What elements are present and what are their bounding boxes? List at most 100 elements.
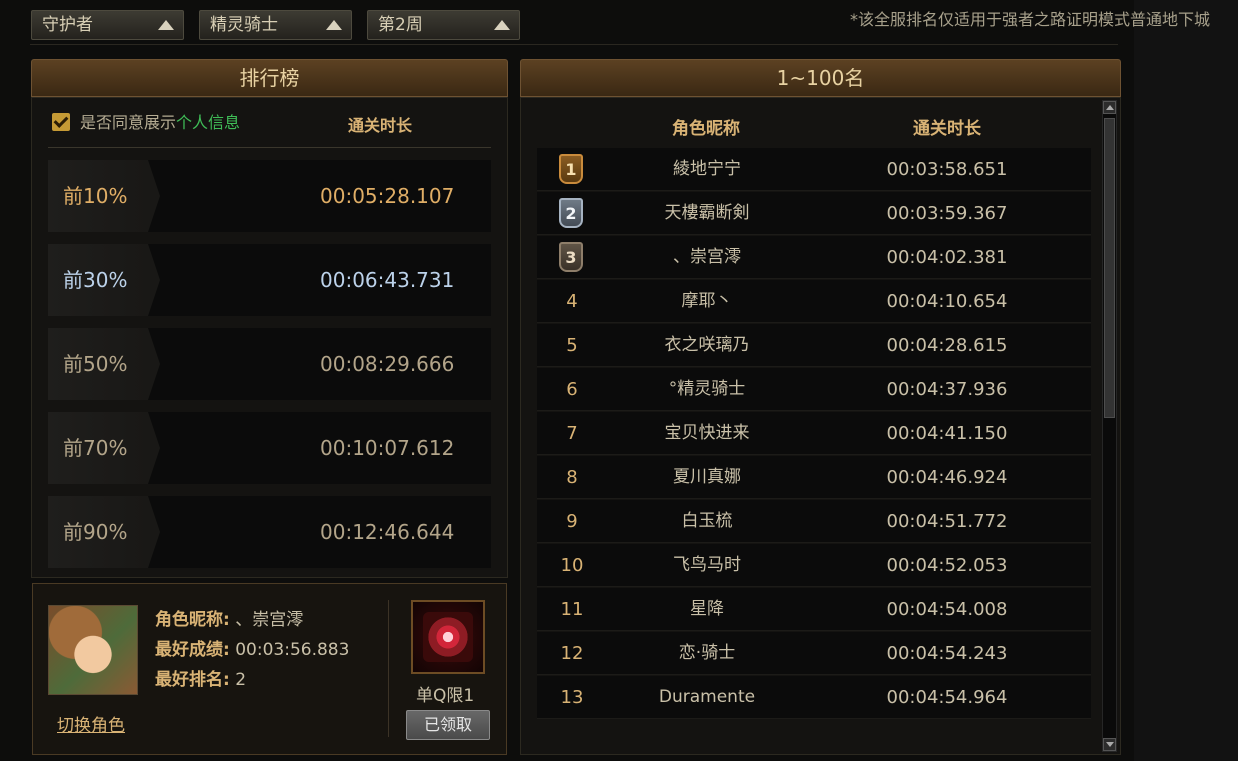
class-dropdown-label: 守护者 — [42, 15, 93, 35]
week-dropdown-label: 第2周 — [378, 15, 423, 35]
rank-cell: 12 — [560, 643, 584, 664]
top100-header: 1~100名 — [520, 59, 1121, 97]
scrollbar-thumb[interactable] — [1104, 118, 1115, 418]
agree-checkbox[interactable] — [52, 113, 70, 131]
profile-name: 角色昵称: 、崇宫澪 — [155, 609, 303, 631]
time-cell: 00:04:37.936 — [886, 379, 1008, 400]
time-cell: 00:03:58.651 — [886, 159, 1008, 180]
divider — [48, 147, 491, 148]
nickname-cell: 綾地宁宁 — [673, 159, 741, 179]
switch-character-link[interactable]: 切换角色 — [57, 711, 125, 736]
agree-label: 是否同意展示个人信息 — [80, 112, 240, 134]
reward-item[interactable] — [411, 600, 485, 674]
table-row[interactable]: 10 飞鸟马时 00:04:52.053 — [537, 544, 1091, 587]
time-cell: 00:04:51.772 — [886, 511, 1008, 532]
rank-cell: 13 — [560, 687, 584, 708]
nickname-cell: Duramente — [658, 687, 756, 707]
profile-best-rank: 最好排名: 2 — [155, 669, 246, 691]
ranking-notice: *该全服排名仅适用于强者之路证明模式普通地下城 — [849, 10, 1210, 29]
best-rank-value: 2 — [235, 670, 247, 690]
nickname-cell: 夏川真娜 — [673, 467, 741, 487]
tier-row: 前30% 00:06:43.731 — [48, 244, 491, 316]
table-row[interactable]: 2 天樓霸断剣 00:03:59.367 — [537, 192, 1091, 235]
nickname-cell: 飞鸟马时 — [673, 555, 741, 575]
tier-row: 前70% 00:10:07.612 — [48, 412, 491, 484]
table-row[interactable]: 6 °精灵骑士 00:04:37.936 — [537, 368, 1091, 411]
nickname-cell: 恋·骑士 — [678, 643, 736, 663]
tier-row: 前10% 00:05:28.107 — [48, 160, 491, 232]
rank-cell: 5 — [566, 335, 578, 356]
scroll-down-button[interactable] — [1103, 738, 1116, 751]
tier-label: 前10% — [63, 184, 128, 208]
nickname-cell: 宝贝快进来 — [664, 423, 750, 443]
nickname-cell: 星降 — [690, 599, 724, 619]
clear-time-header: 通关时长 — [913, 119, 981, 139]
subclass-dropdown[interactable]: 精灵骑士 — [199, 10, 352, 40]
nickname-cell: 天樓霸断剣 — [664, 203, 750, 223]
subclass-dropdown-label: 精灵骑士 — [210, 15, 278, 35]
table-row[interactable]: 8 夏川真娜 00:04:46.924 — [537, 456, 1091, 499]
time-cell: 00:04:46.924 — [886, 467, 1008, 488]
tier-label: 前50% — [63, 352, 128, 376]
chevron-up-icon — [326, 20, 342, 30]
rank-cell: 7 — [566, 423, 578, 444]
tier-time: 00:05:28.107 — [320, 184, 455, 208]
rank-cell: 11 — [560, 599, 584, 620]
table-row[interactable]: 7 宝贝快进来 00:04:41.150 — [537, 412, 1091, 455]
rank-badge-icon: 3 — [559, 242, 583, 272]
tier-label: 前30% — [63, 268, 128, 292]
rank-cell: 6 — [566, 379, 578, 400]
claimed-button[interactable]: 已领取 — [406, 710, 490, 740]
nickname-cell: °精灵骑士 — [668, 379, 746, 399]
time-cell: 00:04:54.964 — [886, 687, 1008, 708]
agree-prefix: 是否同意展示 — [80, 113, 177, 132]
divider — [388, 600, 389, 737]
rank-cell: 10 — [560, 555, 584, 576]
reward-item-icon — [423, 612, 473, 662]
time-cell: 00:04:28.615 — [886, 335, 1008, 356]
tier-time: 00:08:29.666 — [320, 352, 455, 376]
time-cell: 00:04:52.053 — [886, 555, 1008, 576]
rank-cell: 9 — [566, 511, 578, 532]
time-cell: 00:04:02.381 — [886, 247, 1008, 268]
tier-row: 前50% 00:08:29.666 — [48, 328, 491, 400]
table-row[interactable]: 13 Duramente 00:04:54.964 — [537, 676, 1091, 719]
profile-name-key: 角色昵称: — [155, 610, 230, 630]
scroll-up-button[interactable] — [1103, 101, 1116, 114]
divider — [30, 44, 1118, 45]
table-row[interactable]: 12 恋·骑士 00:04:54.243 — [537, 632, 1091, 675]
table-row[interactable]: 1 綾地宁宁 00:03:58.651 — [537, 148, 1091, 191]
nickname-cell: 、崇宫澪 — [673, 247, 741, 267]
arrow-down-icon — [1106, 742, 1114, 747]
week-dropdown[interactable]: 第2周 — [367, 10, 520, 40]
class-dropdown[interactable]: 守护者 — [31, 10, 184, 40]
time-cell: 00:04:54.243 — [886, 643, 1008, 664]
personal-info-link[interactable]: 个人信息 — [176, 113, 240, 132]
tier-time: 00:06:43.731 — [320, 268, 455, 292]
rank-badge-icon: 2 — [559, 198, 583, 228]
table-row[interactable]: 9 白玉梳 00:04:51.772 — [537, 500, 1091, 543]
nickname-header: 角色昵称 — [672, 119, 740, 139]
tier-label: 前90% — [63, 520, 128, 544]
nickname-cell: 衣之咲璃乃 — [664, 335, 750, 355]
nickname-cell: 摩耶丶 — [681, 291, 733, 311]
best-score-key: 最好成绩: — [155, 640, 230, 660]
time-cell: 00:03:59.367 — [886, 203, 1008, 224]
table-row[interactable]: 3 、崇宫澪 00:04:02.381 — [537, 236, 1091, 279]
profile-name-value: 、崇宫澪 — [235, 610, 304, 630]
side-background — [1134, 0, 1238, 761]
best-rank-key: 最好排名: — [155, 670, 230, 690]
nickname-cell: 白玉梳 — [681, 511, 733, 531]
chevron-up-icon — [158, 20, 174, 30]
avatar — [48, 605, 138, 695]
table-row[interactable]: 5 衣之咲璃乃 00:04:28.615 — [537, 324, 1091, 367]
tier-label: 前70% — [63, 436, 128, 460]
time-cell: 00:04:10.654 — [886, 291, 1008, 312]
best-score-value: 00:03:56.883 — [235, 640, 350, 660]
tier-row: 前90% 00:12:46.644 — [48, 496, 491, 568]
table-row[interactable]: 11 星降 00:04:54.008 — [537, 588, 1091, 631]
table-row[interactable]: 4 摩耶丶 00:04:10.654 — [537, 280, 1091, 323]
clear-time-header: 通关时长 — [348, 116, 413, 135]
rank-badge-icon: 1 — [559, 154, 583, 184]
reward-limit-label: 单Q限1 — [416, 686, 475, 706]
